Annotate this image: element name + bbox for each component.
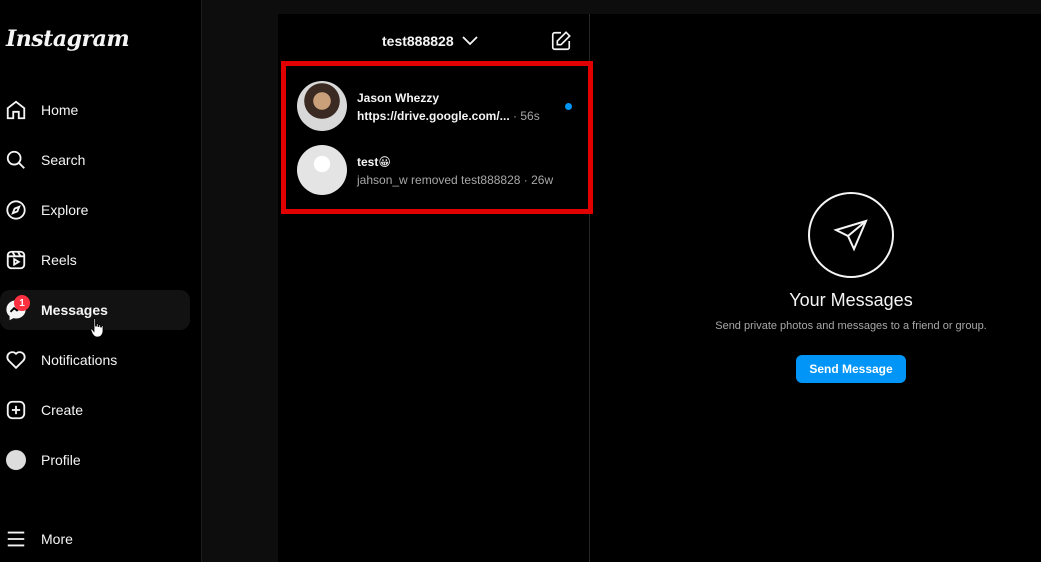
compose-icon[interactable] [550,30,572,52]
compass-icon [4,198,28,222]
menu-icon [4,527,28,551]
sidebar-item-label: Create [41,402,84,418]
sidebar-item-label: Explore [41,202,89,218]
chevron-down-icon[interactable] [462,33,478,47]
empty-state-title: Your Messages [789,290,913,310]
sidebar-item-label: Reels [41,252,77,268]
unread-badge: 1 [14,295,30,311]
sidebar-item-label: More [41,531,73,547]
top-strip [278,0,1041,14]
sidebar-item-explore[interactable]: Explore [0,190,190,230]
reels-icon [4,248,28,272]
plus-square-icon [4,398,28,422]
avatar-icon [4,448,28,472]
sidebar-item-home[interactable]: Home [0,90,190,130]
sidebar-item-search[interactable]: Search [0,140,190,180]
sidebar-item-profile[interactable]: Profile [0,440,190,480]
sidebar: Instagram Home Search Explore Reels 1 Me… [0,0,202,562]
account-switcher-username[interactable]: test888828 [382,33,454,49]
sidebar-item-create[interactable]: Create [0,390,190,430]
search-icon [4,148,28,172]
sidebar-item-notifications[interactable]: Notifications [0,340,190,380]
messages-empty-state: Your Messages Send private photos and me… [591,14,1041,562]
send-icon [808,192,894,278]
inbox-header: test888828 [278,14,590,64]
red-highlight-annotation [281,61,593,214]
sidebar-item-label: Home [41,102,79,118]
sidebar-item-label: Search [41,152,86,168]
background-gutter [202,0,278,562]
sidebar-item-label: Profile [41,452,81,468]
sidebar-item-more[interactable]: More [0,519,190,559]
sidebar-item-reels[interactable]: Reels [0,240,190,280]
sidebar-item-label: Messages [41,302,108,318]
send-message-button[interactable]: Send Message [796,355,906,383]
sidebar-item-label: Notifications [41,352,118,368]
empty-state-subtitle: Send private photos and messages to a fr… [715,320,987,332]
heart-icon [4,348,28,372]
hand-cursor-icon [90,318,104,338]
instagram-logo[interactable]: Instagram [6,26,130,52]
home-icon [4,98,28,122]
